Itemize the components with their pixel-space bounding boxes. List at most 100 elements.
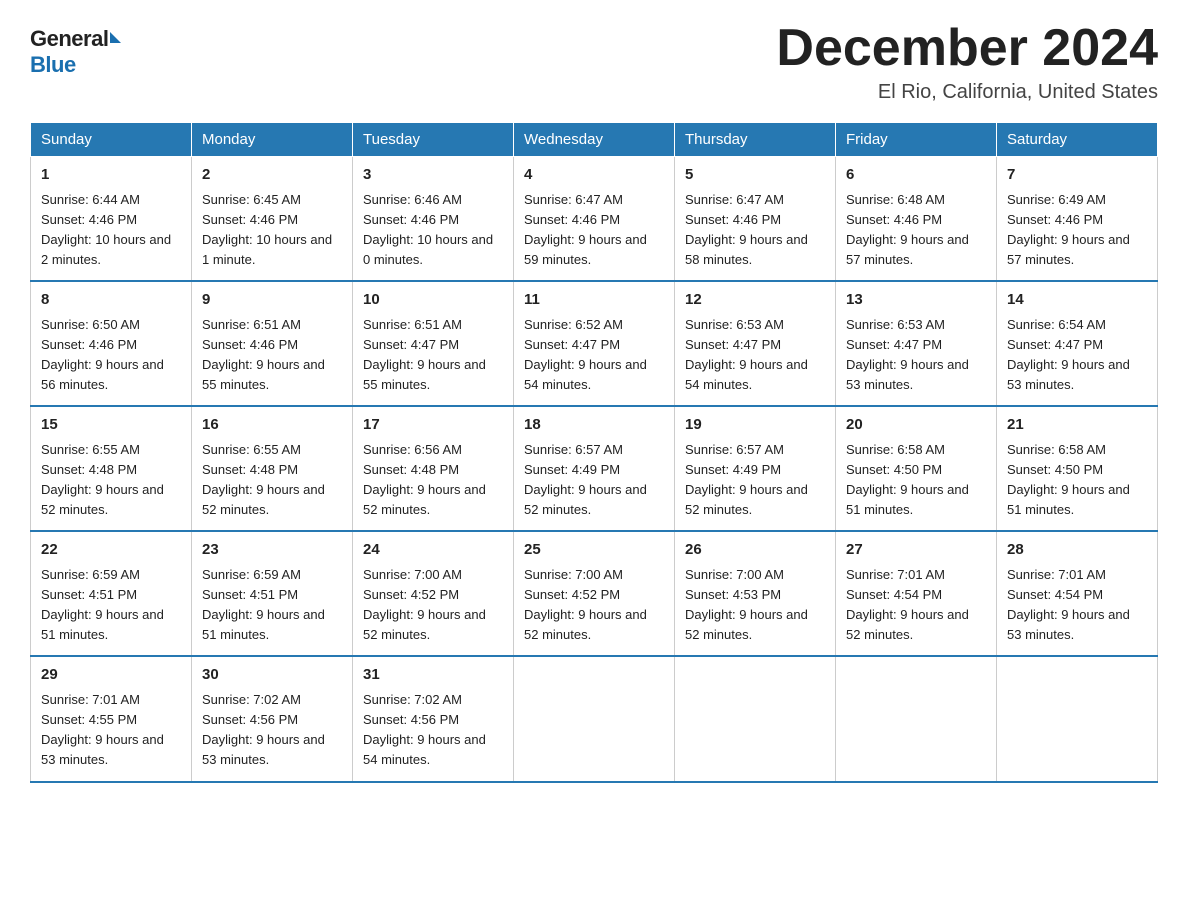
calendar-cell: 13Sunrise: 6:53 AMSunset: 4:47 PMDayligh… [836, 281, 997, 406]
calendar-cell: 14 Sunrise: 6:54 AMSunset: 4:47 PMDayligh… [997, 281, 1158, 406]
calendar-cell: 18 Sunrise: 6:57 AMSunset: 4:49 PMDayligh… [514, 406, 675, 531]
day-number: 7 [1007, 164, 1147, 187]
calendar-location: El Rio, California, United States [776, 81, 1158, 104]
day-info: Sunrise: 7:00 AMSunset: 4:52 PMDaylight:… [363, 565, 503, 646]
day-number: 24 [363, 539, 503, 562]
col-sunday: Sunday [31, 123, 192, 157]
day-info: Sunrise: 6:53 AMSunset: 4:47 PMDaylight:… [846, 315, 986, 396]
calendar-cell [997, 656, 1158, 781]
col-monday: Monday [192, 123, 353, 157]
title-block: December 2024 El Rio, California, United… [776, 20, 1158, 104]
calendar-cell: 29Sunrise: 7:01 AMSunset: 4:55 PMDayligh… [31, 656, 192, 781]
day-number: 17 [363, 414, 503, 437]
page-header: General Blue December 2024 El Rio, Calif… [30, 20, 1158, 104]
day-number: 22 [41, 539, 181, 562]
calendar-cell: 21 Sunrise: 6:58 AMSunset: 4:50 PMDayligh… [997, 406, 1158, 531]
calendar-cell: 20 Sunrise: 6:58 AMSunset: 4:50 PMDayligh… [836, 406, 997, 531]
day-number: 28 [1007, 539, 1147, 562]
calendar-cell: 9 Sunrise: 6:51 AMSunset: 4:46 PMDaylight… [192, 281, 353, 406]
day-info: Sunrise: 6:46 AMSunset: 4:46 PMDaylight:… [363, 190, 503, 271]
day-info: Sunrise: 6:53 AMSunset: 4:47 PMDaylight:… [685, 315, 825, 396]
calendar-cell [514, 656, 675, 781]
day-number: 6 [846, 164, 986, 187]
col-saturday: Saturday [997, 123, 1158, 157]
col-wednesday: Wednesday [514, 123, 675, 157]
day-info: Sunrise: 7:02 AMSunset: 4:56 PMDaylight:… [202, 690, 342, 771]
logo-text-blue: Blue [30, 52, 76, 78]
day-info: Sunrise: 6:52 AMSunset: 4:47 PMDaylight:… [524, 315, 664, 396]
day-info: Sunrise: 6:49 AMSunset: 4:46 PMDaylight:… [1007, 190, 1147, 271]
day-info: Sunrise: 6:55 AMSunset: 4:48 PMDaylight:… [41, 440, 181, 521]
calendar-cell: 28Sunrise: 7:01 AMSunset: 4:54 PMDayligh… [997, 531, 1158, 656]
day-info: Sunrise: 6:51 AMSunset: 4:46 PMDaylight:… [202, 315, 342, 396]
logo-text-general: General [30, 26, 108, 52]
calendar-cell: 5 Sunrise: 6:47 AMSunset: 4:46 PMDaylight… [675, 157, 836, 282]
day-info: Sunrise: 6:47 AMSunset: 4:46 PMDaylight:… [685, 190, 825, 271]
day-info: Sunrise: 6:50 AMSunset: 4:46 PMDaylight:… [41, 315, 181, 396]
day-number: 18 [524, 414, 664, 437]
day-number: 14 [1007, 289, 1147, 312]
calendar-cell: 26 Sunrise: 7:00 AMSunset: 4:53 PMDayligh… [675, 531, 836, 656]
day-info: Sunrise: 6:48 AMSunset: 4:46 PMDaylight:… [846, 190, 986, 271]
col-thursday: Thursday [675, 123, 836, 157]
day-info: Sunrise: 6:55 AMSunset: 4:48 PMDaylight:… [202, 440, 342, 521]
day-number: 5 [685, 164, 825, 187]
calendar-cell: 22 Sunrise: 6:59 AMSunset: 4:51 PMDayligh… [31, 531, 192, 656]
day-info: Sunrise: 6:47 AMSunset: 4:46 PMDaylight:… [524, 190, 664, 271]
day-number: 31 [363, 664, 503, 687]
day-info: Sunrise: 7:02 AMSunset: 4:56 PMDaylight:… [363, 690, 503, 771]
day-info: Sunrise: 6:57 AMSunset: 4:49 PMDaylight:… [524, 440, 664, 521]
calendar-cell: 19 Sunrise: 6:57 AMSunset: 4:49 PMDayligh… [675, 406, 836, 531]
calendar-cell: 3Sunrise: 6:46 AMSunset: 4:46 PMDaylight… [353, 157, 514, 282]
day-info: Sunrise: 6:44 AMSunset: 4:46 PMDaylight:… [41, 190, 181, 271]
day-number: 26 [685, 539, 825, 562]
day-info: Sunrise: 7:00 AMSunset: 4:53 PMDaylight:… [685, 565, 825, 646]
calendar-cell: 17Sunrise: 6:56 AMSunset: 4:48 PMDayligh… [353, 406, 514, 531]
day-number: 30 [202, 664, 342, 687]
day-number: 23 [202, 539, 342, 562]
day-info: Sunrise: 6:59 AMSunset: 4:51 PMDaylight:… [41, 565, 181, 646]
day-number: 20 [846, 414, 986, 437]
day-number: 15 [41, 414, 181, 437]
calendar-title: December 2024 [776, 20, 1158, 77]
day-info: Sunrise: 7:01 AMSunset: 4:55 PMDaylight:… [41, 690, 181, 771]
day-number: 1 [41, 164, 181, 187]
day-number: 25 [524, 539, 664, 562]
calendar-table: Sunday Monday Tuesday Wednesday Thursday… [30, 122, 1158, 782]
day-number: 19 [685, 414, 825, 437]
day-info: Sunrise: 6:57 AMSunset: 4:49 PMDaylight:… [685, 440, 825, 521]
day-number: 8 [41, 289, 181, 312]
day-info: Sunrise: 7:01 AMSunset: 4:54 PMDaylight:… [846, 565, 986, 646]
day-info: Sunrise: 6:45 AMSunset: 4:46 PMDaylight:… [202, 190, 342, 271]
calendar-week-row: 15 Sunrise: 6:55 AMSunset: 4:48 PMDayligh… [31, 406, 1158, 531]
day-info: Sunrise: 6:51 AMSunset: 4:47 PMDaylight:… [363, 315, 503, 396]
day-number: 9 [202, 289, 342, 312]
calendar-cell [836, 656, 997, 781]
calendar-cell [675, 656, 836, 781]
calendar-cell: 6 Sunrise: 6:48 AMSunset: 4:46 PMDaylight… [836, 157, 997, 282]
logo-icon: General Blue [30, 26, 121, 78]
logo-triangle-icon [110, 32, 121, 43]
calendar-cell: 7 Sunrise: 6:49 AMSunset: 4:46 PMDaylight… [997, 157, 1158, 282]
calendar-cell: 2Sunrise: 6:45 AMSunset: 4:46 PMDaylight… [192, 157, 353, 282]
day-info: Sunrise: 7:00 AMSunset: 4:52 PMDaylight:… [524, 565, 664, 646]
day-info: Sunrise: 6:59 AMSunset: 4:51 PMDaylight:… [202, 565, 342, 646]
calendar-cell: 30 Sunrise: 7:02 AMSunset: 4:56 PMDayligh… [192, 656, 353, 781]
calendar-cell: 24 Sunrise: 7:00 AMSunset: 4:52 PMDayligh… [353, 531, 514, 656]
calendar-week-row: 29Sunrise: 7:01 AMSunset: 4:55 PMDayligh… [31, 656, 1158, 781]
day-number: 27 [846, 539, 986, 562]
day-info: Sunrise: 6:58 AMSunset: 4:50 PMDaylight:… [846, 440, 986, 521]
calendar-cell: 4Sunrise: 6:47 AMSunset: 4:46 PMDaylight… [514, 157, 675, 282]
calendar-cell: 12Sunrise: 6:53 AMSunset: 4:47 PMDayligh… [675, 281, 836, 406]
day-info: Sunrise: 6:58 AMSunset: 4:50 PMDaylight:… [1007, 440, 1147, 521]
calendar-cell: 25 Sunrise: 7:00 AMSunset: 4:52 PMDayligh… [514, 531, 675, 656]
day-number: 21 [1007, 414, 1147, 437]
day-info: Sunrise: 6:54 AMSunset: 4:47 PMDaylight:… [1007, 315, 1147, 396]
day-number: 10 [363, 289, 503, 312]
calendar-cell: 1 Sunrise: 6:44 AMSunset: 4:46 PMDaylight… [31, 157, 192, 282]
calendar-week-row: 8 Sunrise: 6:50 AMSunset: 4:46 PMDaylight… [31, 281, 1158, 406]
logo: General Blue [30, 26, 121, 78]
calendar-header-row: Sunday Monday Tuesday Wednesday Thursday… [31, 123, 1158, 157]
calendar-cell: 27 Sunrise: 7:01 AMSunset: 4:54 PMDayligh… [836, 531, 997, 656]
day-number: 16 [202, 414, 342, 437]
